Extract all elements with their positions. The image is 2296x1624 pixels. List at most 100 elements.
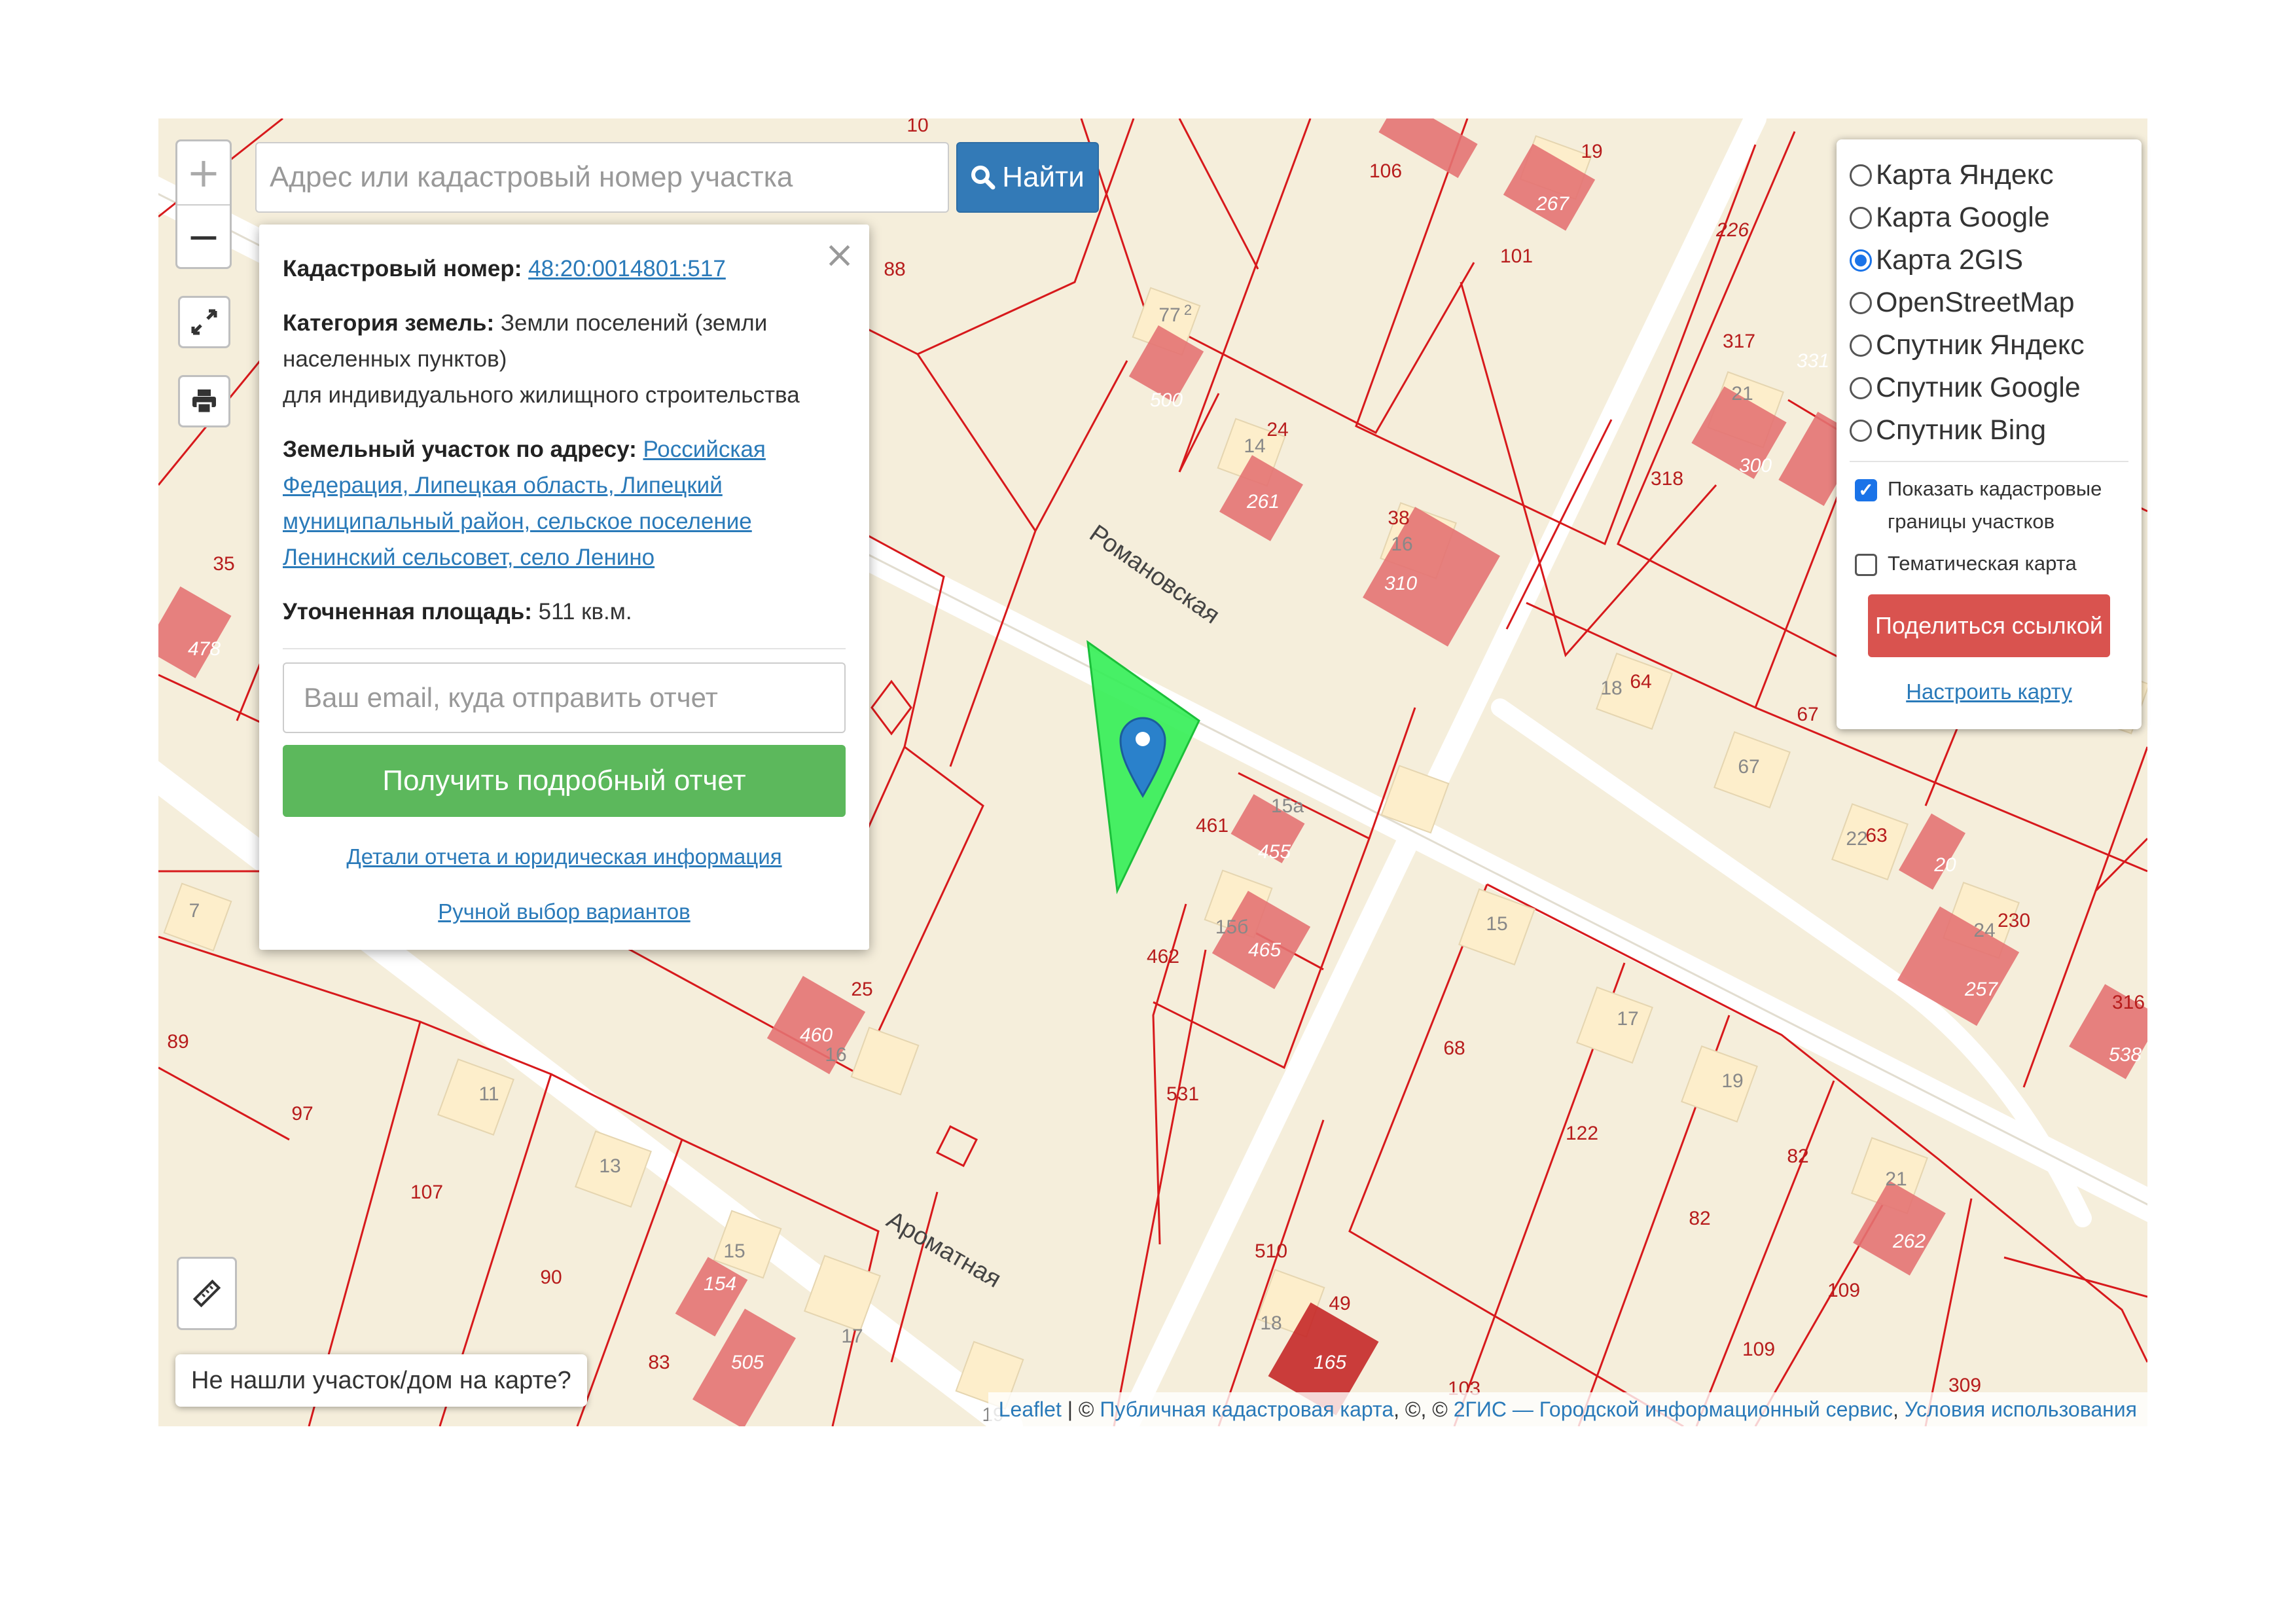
svg-text:35: 35 [213, 553, 234, 575]
svg-text:7: 7 [189, 900, 200, 922]
layer-option-label: OpenStreetMap [1876, 287, 2075, 318]
report-details-link[interactable]: Детали отчета и юридическая информация [283, 844, 846, 869]
svg-text:15а: 15а [1271, 795, 1304, 817]
address-label: Земельный участок по адресу: [283, 437, 637, 462]
svg-text:17: 17 [1617, 1008, 1638, 1030]
svg-text:300: 300 [1739, 455, 1772, 477]
layers-divider [1850, 461, 2128, 462]
layer-option-yandex-satellite[interactable]: Спутник Яндекс [1850, 324, 2128, 367]
search-button[interactable]: Найти [956, 142, 1099, 213]
svg-text:331: 331 [1797, 350, 1829, 372]
svg-text:122: 122 [1566, 1123, 1598, 1144]
svg-text:478: 478 [188, 638, 221, 660]
popup-divider [283, 648, 846, 649]
not-found-button[interactable]: Не нашли участок/дом на карте? [175, 1354, 587, 1407]
thematic-map-toggle[interactable]: Тематическая карта [1850, 547, 2128, 580]
svg-text:25: 25 [851, 979, 872, 1000]
get-report-button[interactable]: Получить подробный отчет [283, 745, 846, 817]
checkbox-checked-icon[interactable]: ✓ [1855, 479, 1877, 501]
radio-icon[interactable] [1850, 376, 1872, 399]
svg-text:106: 106 [1369, 160, 1402, 182]
area-label: Уточненная площадь: [283, 599, 532, 624]
show-cadastral-label: Показать кадастровые границы участков [1888, 477, 2102, 533]
layer-option-label: Спутник Bing [1876, 414, 2047, 446]
attribution-separator: , ©, © [1393, 1397, 1454, 1421]
fullscreen-button[interactable] [178, 296, 230, 348]
svg-text:21: 21 [1731, 383, 1753, 405]
radio-icon[interactable] [1850, 291, 1872, 314]
layer-option-2gis-map[interactable]: Карта 2GIS [1850, 239, 2128, 281]
svg-text:68: 68 [1443, 1038, 1465, 1059]
2gis-link[interactable]: 2ГИС — Городской информационный сервис [1454, 1398, 1893, 1422]
svg-text:531: 531 [1166, 1083, 1199, 1105]
svg-text:15б: 15б [1215, 916, 1249, 938]
radio-selected-icon[interactable] [1850, 249, 1872, 272]
close-icon[interactable]: × [824, 234, 855, 276]
svg-text:97: 97 [291, 1103, 313, 1125]
manual-selection-link[interactable]: Ручной выбор вариантов [283, 899, 846, 924]
svg-text:67: 67 [1738, 756, 1759, 778]
svg-text:500: 500 [1150, 389, 1183, 411]
svg-text:538: 538 [2109, 1044, 2142, 1066]
svg-text:310: 310 [1384, 573, 1417, 594]
layer-option-google-map[interactable]: Карта Google [1850, 196, 2128, 239]
radio-icon[interactable] [1850, 206, 1872, 229]
configure-map-link[interactable]: Настроить карту [1850, 679, 2128, 704]
svg-text:17: 17 [841, 1326, 863, 1347]
print-button[interactable] [178, 375, 230, 427]
email-field[interactable] [283, 662, 846, 733]
svg-text:230: 230 [1998, 910, 2030, 931]
svg-text:20: 20 [1933, 854, 1956, 876]
svg-text:13: 13 [599, 1155, 620, 1177]
layer-option-bing-satellite[interactable]: Спутник Bing [1850, 409, 2128, 452]
layer-option-label: Карта Яндекс [1876, 159, 2054, 190]
svg-text:107: 107 [410, 1182, 443, 1203]
layer-option-label: Спутник Google [1876, 372, 2081, 403]
zoom-out-button[interactable]: − [177, 206, 230, 267]
leaflet-link[interactable]: Leaflet [999, 1398, 1062, 1422]
layer-option-google-satellite[interactable]: Спутник Google [1850, 367, 2128, 409]
address-row: Земельный участок по адресу: Российская … [283, 431, 846, 575]
show-cadastral-toggle[interactable]: ✓ Показать кадастровые границы участков [1850, 473, 2128, 538]
svg-text:18: 18 [1260, 1312, 1282, 1334]
radio-icon[interactable] [1850, 334, 1872, 357]
svg-text:16: 16 [1391, 533, 1412, 555]
svg-text:465: 465 [1248, 939, 1281, 961]
svg-text:19: 19 [1721, 1070, 1743, 1092]
zoom-in-button[interactable]: + [177, 141, 230, 203]
radio-icon[interactable] [1850, 164, 1872, 187]
svg-text:316: 316 [2112, 992, 2145, 1013]
area-value: 511 кв.м. [538, 599, 632, 624]
land-category-row: Категория земель: Земли поселений (земли… [283, 305, 846, 413]
pkk-link[interactable]: Публичная кадастровая карта [1100, 1398, 1393, 1422]
layer-option-yandex-map[interactable]: Карта Яндекс [1850, 154, 2128, 196]
svg-text:15: 15 [723, 1240, 745, 1262]
svg-text:165: 165 [1314, 1352, 1346, 1373]
search-input[interactable] [255, 142, 949, 213]
layer-option-label: Карта 2GIS [1876, 244, 2023, 276]
svg-text:19: 19 [1581, 141, 1602, 162]
svg-text:109: 109 [1827, 1280, 1860, 1301]
svg-text:15: 15 [1486, 913, 1507, 935]
ruler-icon [192, 1279, 221, 1308]
checkbox-icon[interactable] [1855, 554, 1877, 576]
svg-text:67: 67 [1797, 704, 1818, 725]
land-use-value: для индивидуального жилищного строительс… [283, 382, 800, 408]
svg-text:505: 505 [731, 1352, 764, 1373]
svg-text:82: 82 [1787, 1146, 1808, 1167]
search-button-label: Найти [1002, 161, 1085, 193]
terms-link[interactable]: Условия использования [1905, 1398, 2137, 1422]
share-link-button[interactable]: Поделиться ссылкой [1868, 594, 2110, 657]
svg-text:461: 461 [1196, 815, 1229, 837]
cadastral-number-link[interactable]: 48:20:0014801:517 [528, 256, 726, 281]
svg-text:14: 14 [1244, 435, 1265, 457]
svg-text:267: 267 [1535, 193, 1570, 215]
svg-text:90: 90 [540, 1267, 562, 1288]
radio-icon[interactable] [1850, 419, 1872, 442]
layer-option-openstreetmap[interactable]: OpenStreetMap [1850, 281, 2128, 324]
map-attribution: Leaflet | © Публичная кадастровая карта … [988, 1392, 2147, 1426]
svg-text:77: 77 [1158, 304, 1180, 326]
svg-text:262: 262 [1892, 1231, 1926, 1252]
svg-text:24: 24 [1973, 920, 1995, 941]
ruler-button[interactable] [177, 1257, 237, 1330]
